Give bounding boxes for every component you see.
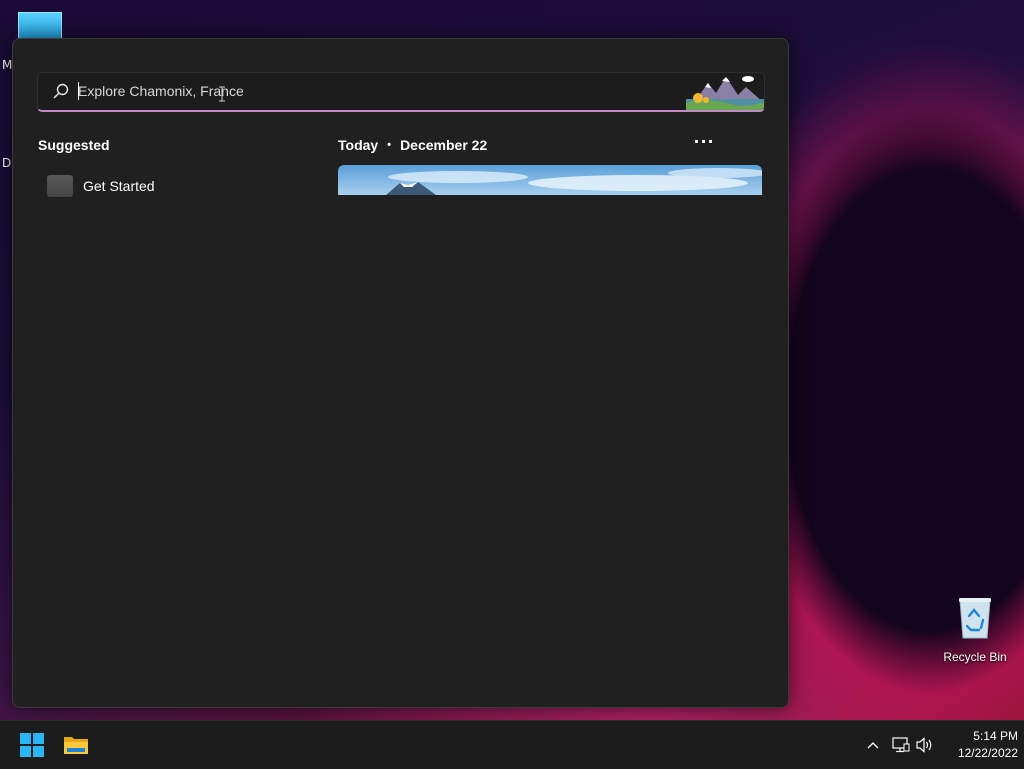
get-started-app-icon [47, 175, 73, 197]
network-icon [892, 737, 910, 753]
text-caret [78, 82, 79, 100]
desktop-icon-label-fragment: M [2, 58, 13, 72]
search-icon [53, 83, 69, 99]
windows-start-icon [20, 733, 44, 757]
start-menu-panel: Suggested Get Started Today • December 2… [12, 38, 789, 708]
suggested-item-label: Get Started [83, 178, 155, 194]
more-options-button[interactable]: ··· [693, 134, 715, 153]
clock-date: 12/22/2022 [957, 746, 1018, 760]
chevron-up-icon [867, 742, 879, 749]
today-label: Today [338, 137, 379, 153]
search-box[interactable] [37, 72, 765, 112]
file-explorer-button[interactable] [56, 725, 96, 765]
file-explorer-icon [64, 737, 88, 754]
show-hidden-icons-button[interactable] [862, 721, 884, 769]
volume-button[interactable] [914, 721, 936, 769]
suggested-heading: Suggested [38, 137, 110, 153]
network-button[interactable] [890, 721, 912, 769]
today-separator: • [387, 139, 392, 151]
start-button[interactable] [12, 725, 52, 765]
search-input[interactable] [78, 79, 638, 103]
volume-icon [916, 737, 932, 753]
today-header: Today • December 22 [338, 137, 487, 153]
clock-time: 5:14 PM [973, 729, 1018, 743]
recycle-bin-label: Recycle Bin [943, 650, 1007, 664]
suggested-item-get-started[interactable]: Get Started [43, 169, 293, 203]
ibeam-cursor-icon [219, 86, 225, 102]
recycle-bin-desktop-icon[interactable]: Recycle Bin [940, 596, 1010, 664]
recycle-bin-icon [959, 598, 991, 639]
taskbar: 5:14 PM 12/22/2022 [0, 720, 1024, 769]
today-date: December 22 [400, 137, 488, 153]
clock[interactable]: 5:14 PM 12/22/2022 [938, 728, 1024, 762]
desktop-icon-label-fragment: D [2, 156, 12, 170]
today-highlight-image[interactable] [338, 165, 762, 195]
search-highlight-illustration-icon [686, 73, 764, 110]
